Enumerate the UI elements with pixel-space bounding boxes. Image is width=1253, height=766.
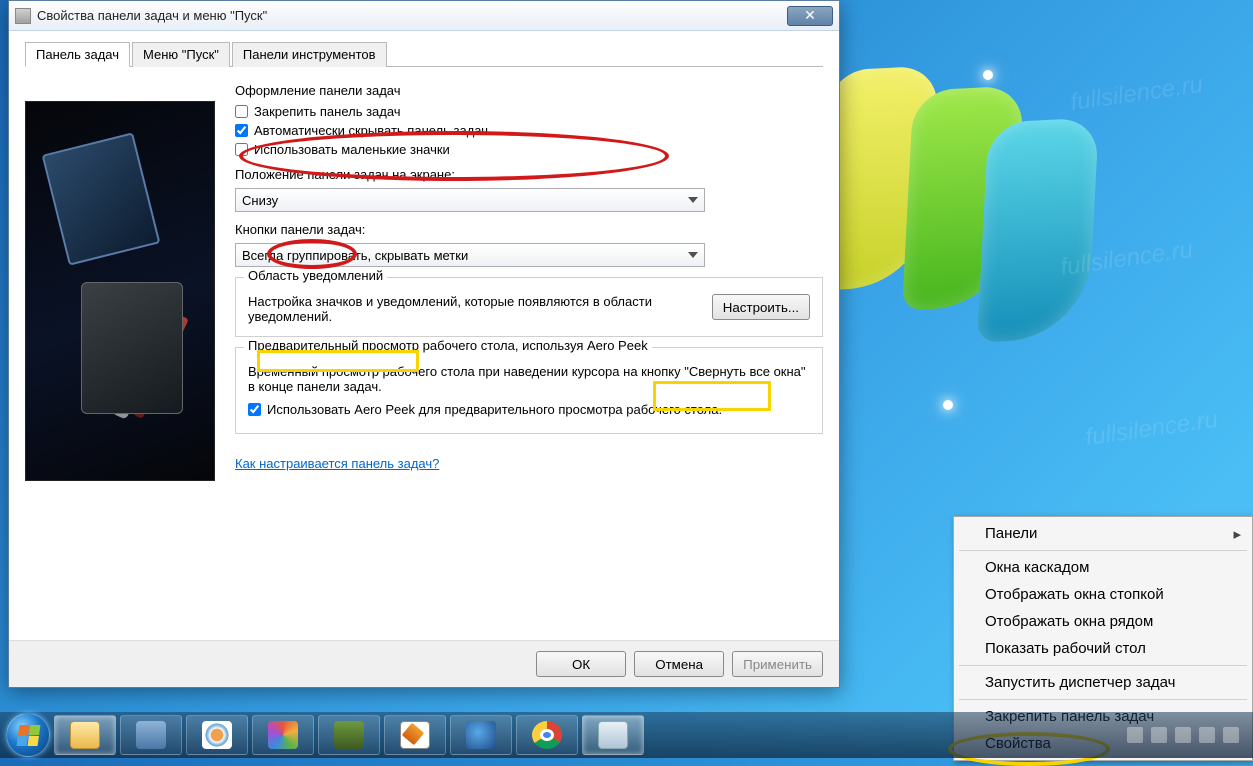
tray-icon[interactable] (1223, 727, 1239, 743)
watermark: fullsilence.ru (1069, 71, 1205, 117)
decorative-illustration (25, 101, 215, 481)
taskbar-item-chrome[interactable] (516, 715, 578, 755)
tab-toolbars[interactable]: Панели инструментов (232, 42, 387, 67)
buttons-select[interactable]: Всегда группировать, скрывать метки (235, 243, 705, 267)
small-icons-label: Использовать маленькие значки (254, 142, 450, 157)
appearance-heading: Оформление панели задач (235, 83, 823, 98)
position-select[interactable]: Снизу (235, 188, 705, 212)
apply-button[interactable]: Применить (732, 651, 823, 677)
windows-logo-icon (16, 725, 40, 746)
lock-taskbar-label: Закрепить панель задач (254, 104, 401, 119)
buttons-label: Кнопки панели задач: (235, 222, 823, 237)
tray-icon[interactable] (1151, 727, 1167, 743)
taskbar-item-properties-dialog[interactable] (582, 715, 644, 755)
close-button[interactable]: ✕ (787, 6, 833, 26)
ctx-show-desktop[interactable]: Показать рабочий стол (957, 635, 1249, 662)
tray-icon[interactable] (1127, 727, 1143, 743)
position-label: Положение панели задач на экране: (235, 167, 823, 182)
taskbar-item-paint[interactable] (252, 715, 314, 755)
tray-icon[interactable] (1199, 727, 1215, 743)
aero-peek-label: Использовать Aero Peek для предварительн… (267, 402, 722, 417)
aero-peek-fieldset: Предварительный просмотр рабочего стола,… (235, 347, 823, 434)
aero-peek-row[interactable]: Использовать Aero Peek для предварительн… (248, 402, 810, 417)
ctx-separator (959, 699, 1247, 700)
auto-hide-label: Автоматически скрывать панель задач (254, 123, 488, 138)
tab-strip: Панель задач Меню "Пуск" Панели инструме… (25, 41, 823, 67)
taskbar-properties-dialog: Свойства панели задач и меню "Пуск" ✕ Па… (8, 0, 840, 688)
ctx-task-manager[interactable]: Запустить диспетчер задач (957, 669, 1249, 696)
ctx-panels[interactable]: Панели (957, 520, 1249, 547)
tray-icon[interactable] (1175, 727, 1191, 743)
taskbar-item-explorer[interactable] (54, 715, 116, 755)
ctx-cascade[interactable]: Окна каскадом (957, 554, 1249, 581)
ok-button[interactable]: ОК (536, 651, 626, 677)
notification-text: Настройка значков и уведомлений, которые… (248, 294, 702, 324)
ctx-stack[interactable]: Отображать окна стопкой (957, 581, 1249, 608)
taskbar-item-editor[interactable] (384, 715, 446, 755)
small-icons-checkbox[interactable] (235, 143, 248, 156)
taskbar-item-paint-net[interactable] (186, 715, 248, 755)
aero-description: Временный просмотр рабочего стола при на… (248, 364, 810, 394)
tab-taskbar[interactable]: Панель задач (25, 42, 130, 67)
watermark: fullsilence.ru (1059, 236, 1195, 282)
watermark: fullsilence.ru (1084, 406, 1220, 452)
cancel-button[interactable]: Отмена (634, 651, 724, 677)
lock-taskbar-checkbox[interactable] (235, 105, 248, 118)
dialog-button-row: ОК Отмена Применить (9, 640, 839, 687)
ctx-side-by-side[interactable]: Отображать окна рядом (957, 608, 1249, 635)
ctx-separator (959, 550, 1247, 551)
dialog-icon (15, 8, 31, 24)
dialog-title: Свойства панели задач и меню "Пуск" (37, 8, 787, 23)
aero-heading: Предварительный просмотр рабочего стола,… (244, 338, 652, 353)
taskbar-item-thunderbird[interactable] (450, 715, 512, 755)
small-icons-row[interactable]: Использовать маленькие значки (235, 142, 823, 157)
customize-button[interactable]: Настроить... (712, 294, 810, 320)
ctx-separator (959, 665, 1247, 666)
position-value: Снизу (242, 193, 278, 208)
aero-peek-checkbox[interactable] (248, 403, 261, 416)
system-tray[interactable] (1127, 727, 1247, 743)
auto-hide-checkbox[interactable] (235, 124, 248, 137)
chevron-down-icon (688, 197, 698, 203)
auto-hide-row[interactable]: Автоматически скрывать панель задач (235, 123, 823, 138)
help-link[interactable]: Как настраивается панель задач? (235, 456, 439, 471)
taskbar[interactable] (0, 712, 1253, 758)
chevron-down-icon (688, 252, 698, 258)
tab-start-menu[interactable]: Меню "Пуск" (132, 42, 230, 67)
taskbar-item-minecraft[interactable] (318, 715, 380, 755)
taskbar-item-app-1[interactable] (120, 715, 182, 755)
notification-legend: Область уведомлений (244, 268, 387, 283)
buttons-value: Всегда группировать, скрывать метки (242, 248, 468, 263)
titlebar[interactable]: Свойства панели задач и меню "Пуск" ✕ (9, 1, 839, 31)
start-button[interactable] (6, 713, 50, 757)
notification-area-fieldset: Область уведомлений Настройка значков и … (235, 277, 823, 337)
lock-taskbar-row[interactable]: Закрепить панель задач (235, 104, 823, 119)
